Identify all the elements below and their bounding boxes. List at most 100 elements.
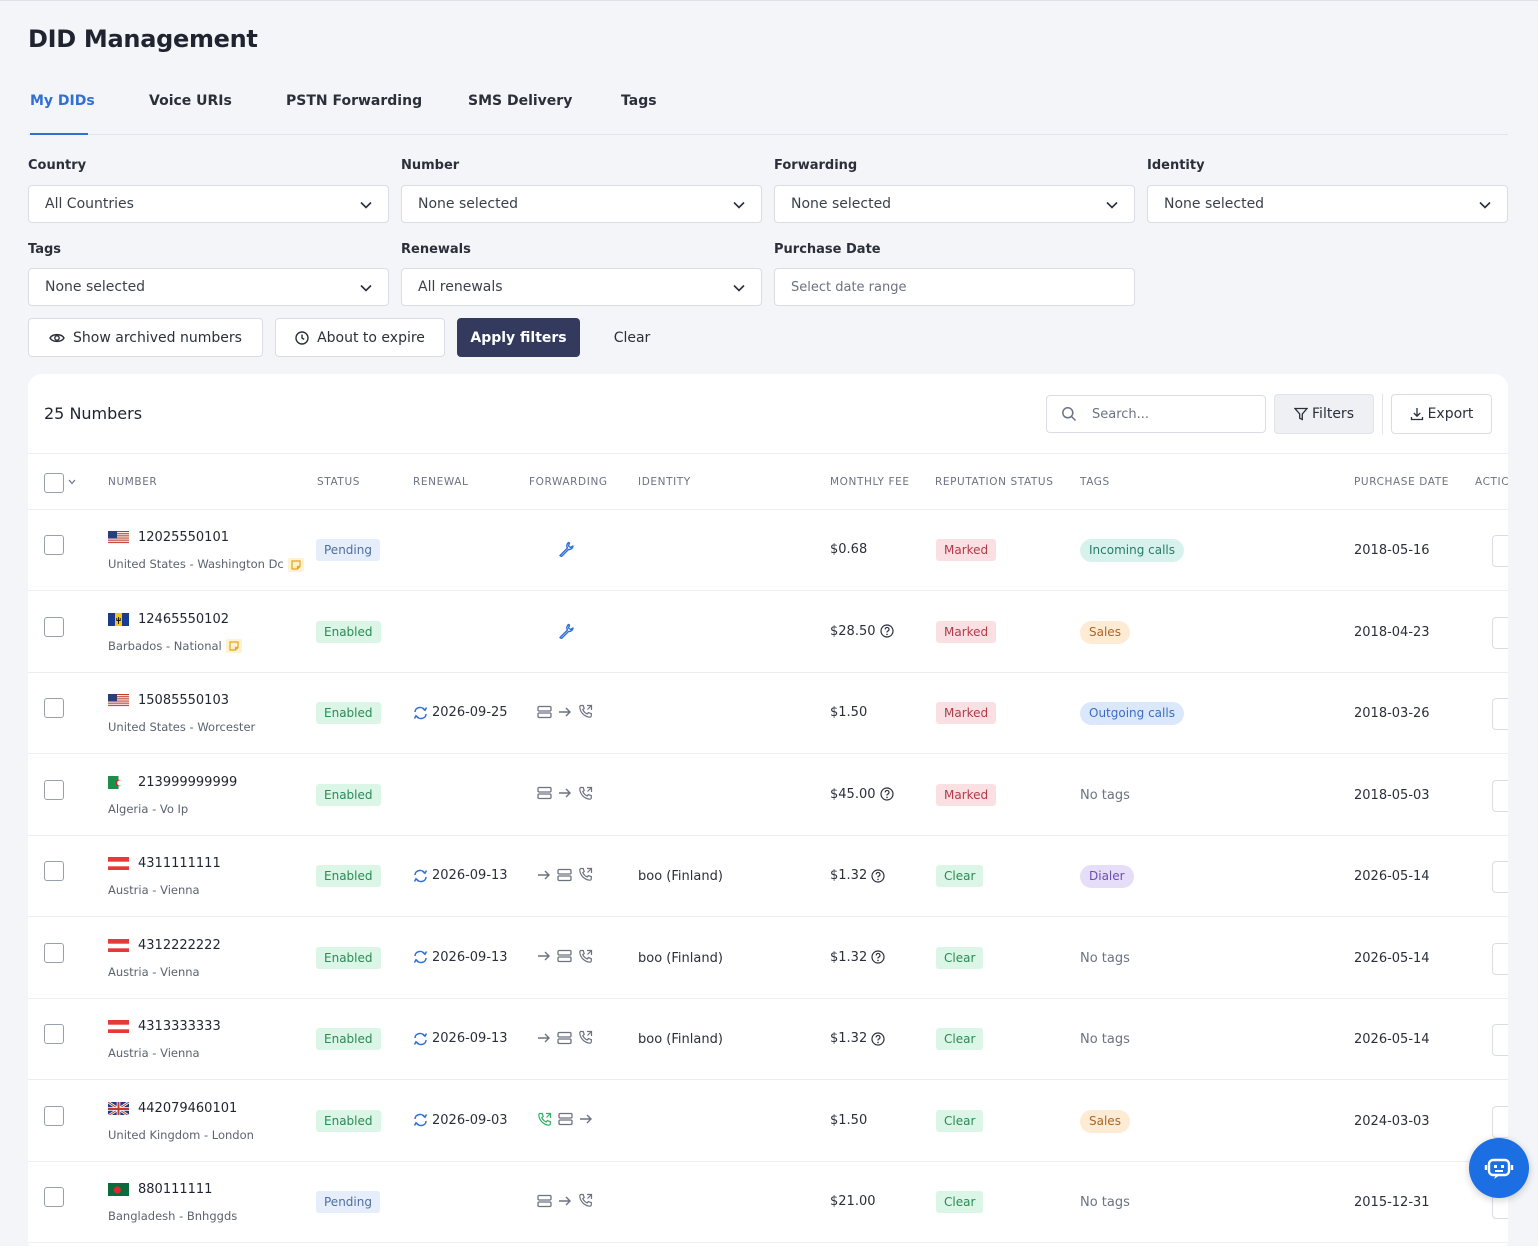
- did-number[interactable]: 15085550103: [138, 693, 229, 708]
- row-actions-button[interactable]: [1492, 861, 1508, 893]
- help-icon[interactable]: [871, 950, 885, 964]
- table-row[interactable]: 442079460101 United Kingdom - London Enabl…: [28, 1081, 1508, 1162]
- table-row[interactable]: 4311111111 Austria - Vienna Enabled 2026-09…: [28, 836, 1508, 917]
- table-row[interactable]: 12465550102 Barbados - National Enabled $28…: [28, 592, 1508, 673]
- row-actions-button[interactable]: [1492, 779, 1508, 812]
- help-icon[interactable]: [879, 787, 894, 801]
- note-icon[interactable]: [225, 639, 242, 653]
- column-actions[interactable]: ACTIC: [1475, 476, 1508, 488]
- chevron-down-icon[interactable]: [68, 479, 76, 485]
- tab-voice-uris[interactable]: Voice URIs: [149, 83, 232, 135]
- row-checkbox[interactable]: [44, 698, 64, 718]
- forwarding-cell[interactable]: [537, 1030, 593, 1045]
- row-checkbox[interactable]: [44, 616, 64, 637]
- tab-my-dids[interactable]: My DIDs: [30, 83, 95, 135]
- tags-select[interactable]: None selected: [28, 268, 389, 306]
- did-number[interactable]: 880111111: [138, 1182, 212, 1197]
- column-number[interactable]: NUMBER: [108, 476, 157, 488]
- help-icon[interactable]: [871, 868, 885, 883]
- row-checkbox[interactable]: [44, 1187, 64, 1207]
- did-number[interactable]: 213999999999: [138, 775, 237, 790]
- about-to-expire-button[interactable]: About to expire: [275, 318, 445, 357]
- no-tags-label: No tags: [1080, 1032, 1130, 1047]
- column-forwarding[interactable]: FORWARDING: [529, 476, 608, 488]
- row-checkbox[interactable]: [44, 1105, 64, 1126]
- column-monthly-fee[interactable]: MONTHLY FEE: [830, 476, 910, 488]
- forwarding-cell[interactable]: [537, 1112, 593, 1127]
- column-identity[interactable]: IDENTITY: [638, 476, 691, 488]
- did-number[interactable]: 4313333333: [138, 1019, 221, 1034]
- filters-button[interactable]: Filters: [1274, 394, 1374, 434]
- tag-pill[interactable]: Sales: [1080, 620, 1130, 644]
- select-all-checkbox[interactable]: [44, 473, 64, 493]
- row-actions-button[interactable]: [1492, 698, 1508, 730]
- purchase-date: 2018-05-16: [1354, 543, 1430, 558]
- export-button[interactable]: Export: [1391, 394, 1492, 434]
- forwarding-cell[interactable]: [558, 541, 574, 557]
- column-tags[interactable]: TAGS: [1080, 476, 1110, 488]
- did-location-text: Austria - Vienna: [108, 883, 200, 897]
- did-number[interactable]: 442079460101: [138, 1101, 237, 1116]
- forwarding-cell[interactable]: [537, 1193, 593, 1208]
- forwarding-cell[interactable]: [537, 867, 593, 882]
- apply-filters-button[interactable]: Apply filters: [457, 318, 580, 357]
- row-actions-button[interactable]: [1492, 942, 1508, 975]
- row-actions-button[interactable]: [1492, 1024, 1508, 1056]
- did-number[interactable]: 4312222222: [138, 938, 221, 953]
- row-checkbox[interactable]: [44, 535, 64, 555]
- toolbar-divider: [1382, 394, 1383, 434]
- help-icon[interactable]: [879, 624, 894, 638]
- clear-button[interactable]: Clear: [596, 318, 668, 357]
- row-checkbox[interactable]: [44, 942, 64, 963]
- did-number[interactable]: 4311111111: [138, 856, 221, 871]
- help-icon[interactable]: [871, 1031, 885, 1046]
- forwarding-cell[interactable]: [537, 949, 593, 964]
- row-checkbox[interactable]: [44, 1024, 64, 1044]
- forwarding-cell[interactable]: [537, 786, 593, 801]
- row-checkbox[interactable]: [44, 779, 64, 800]
- row-actions-button[interactable]: [1492, 616, 1508, 649]
- country-select[interactable]: All Countries: [28, 185, 389, 223]
- number-select[interactable]: None selected: [401, 185, 762, 223]
- renewal-date: 2026-09-25: [432, 705, 508, 720]
- identity-select[interactable]: None selected: [1147, 185, 1508, 223]
- tag-pill[interactable]: Dialer: [1080, 865, 1134, 888]
- table-row[interactable]: 4312222222 Austria - Vienna Enabled 2026-09…: [28, 918, 1508, 999]
- tab-pstn-forwarding[interactable]: PSTN Forwarding: [286, 83, 422, 135]
- country-flag-icon: [108, 530, 129, 544]
- tag-pill[interactable]: Sales: [1080, 1109, 1130, 1133]
- tag-pill[interactable]: Outgoing calls: [1080, 702, 1184, 725]
- tab-sms-delivery[interactable]: SMS Delivery: [468, 83, 572, 135]
- tab-tags[interactable]: Tags: [621, 83, 657, 135]
- show-archived-button[interactable]: Show archived numbers: [28, 318, 263, 357]
- forwarding-select[interactable]: None selected: [774, 185, 1135, 223]
- monthly-fee: $28.50: [830, 624, 894, 639]
- search-input[interactable]: Search...: [1046, 395, 1266, 433]
- table-row[interactable]: 213999999999 Algeria - Vo Ip Enabled $45.00…: [28, 755, 1508, 836]
- forwarding-cell[interactable]: [537, 704, 593, 719]
- forwarding-cell[interactable]: [558, 623, 574, 639]
- did-location: Algeria - Vo Ip: [108, 802, 188, 816]
- renewals-select[interactable]: All renewals: [401, 268, 762, 306]
- identity-value: boo (Finland): [638, 950, 723, 966]
- column-status[interactable]: STATUS: [317, 476, 360, 488]
- help-chat-button[interactable]: [1469, 1138, 1529, 1198]
- tag-pill[interactable]: Incoming calls: [1080, 539, 1185, 562]
- did-number[interactable]: 12465550102: [138, 612, 229, 627]
- download-icon: [1410, 408, 1423, 421]
- table-row[interactable]: 4313333333 Austria - Vienna Enabled 2026-09…: [28, 999, 1508, 1080]
- country-flag-icon: [108, 1019, 129, 1033]
- table-row[interactable]: 880111111 Bangladesh - Bnhggds Pending $21.…: [28, 1162, 1508, 1243]
- column-purchase-date[interactable]: PURCHASE DATE: [1354, 476, 1449, 488]
- column-renewal[interactable]: RENEWAL: [413, 476, 468, 488]
- row-actions-button[interactable]: [1492, 1105, 1508, 1138]
- row-actions-button[interactable]: [1492, 535, 1508, 567]
- column-reputation-status[interactable]: REPUTATION STATUS: [935, 476, 1053, 488]
- table-row[interactable]: 15085550103 United States - Worcester Enab…: [28, 673, 1508, 754]
- did-number[interactable]: 12025550101: [138, 530, 229, 545]
- renewal-date: 2026-09-13: [432, 949, 508, 965]
- purchase-date-input[interactable]: Select date range: [774, 268, 1135, 306]
- row-checkbox[interactable]: [44, 861, 64, 881]
- note-icon[interactable]: [287, 557, 304, 572]
- table-row[interactable]: 12025550101 United States - Washington Dc…: [28, 510, 1508, 591]
